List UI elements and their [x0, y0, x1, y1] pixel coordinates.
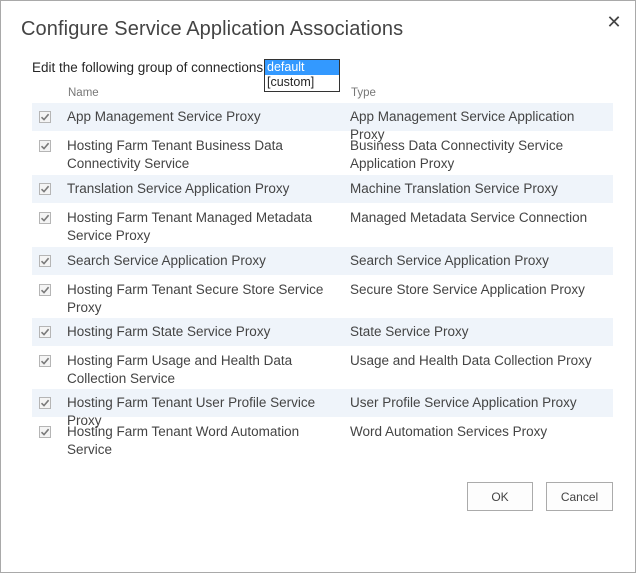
row-checkbox[interactable] — [39, 284, 51, 296]
row-name: Hosting Farm State Service Proxy — [67, 324, 271, 339]
table-row: Hosting Farm Usage and Health Data Colle… — [32, 346, 613, 389]
row-checkbox[interactable] — [39, 326, 51, 338]
row-name: App Management Service Proxy — [67, 109, 261, 124]
row-checkbox[interactable] — [39, 426, 51, 438]
row-name: Hosting Farm Usage and Health Data Colle… — [67, 353, 293, 386]
column-header-name: Name — [68, 87, 99, 99]
cancel-button[interactable]: Cancel — [546, 482, 613, 511]
close-icon[interactable]: ✕ — [605, 13, 623, 31]
row-checkbox[interactable] — [39, 111, 51, 123]
column-header-type: Type — [351, 87, 376, 99]
row-name: Hosting Farm Tenant Word Automation Serv… — [67, 424, 300, 457]
table-row: Hosting Farm Tenant Business Data Connec… — [32, 131, 613, 175]
row-checkbox[interactable] — [39, 355, 51, 367]
row-type: State Service Proxy — [350, 324, 469, 339]
row-name: Search Service Application Proxy — [67, 253, 266, 268]
table-row: Hosting Farm Tenant User Profile Service… — [32, 389, 613, 428]
row-name: Translation Service Application Proxy — [67, 181, 290, 196]
row-type: Business Data Connectivity Service Appli… — [350, 138, 564, 171]
table-row: Hosting Farm Tenant Word Automation Serv… — [32, 417, 613, 461]
table-row: Translation Service Application Proxy Mac… — [32, 175, 613, 203]
table-row: Search Service Application Proxy Search S… — [32, 247, 613, 275]
row-name: Hosting Farm Tenant Business Data Connec… — [67, 138, 283, 171]
table-row: Hosting Farm Tenant Secure Store Service… — [32, 275, 613, 318]
row-type: Word Automation Services Proxy — [350, 424, 548, 439]
dialog-title: Configure Service Application Associatio… — [21, 18, 404, 40]
row-checkbox[interactable] — [39, 183, 51, 195]
row-name: Hosting Farm Tenant Secure Store Service… — [67, 282, 324, 315]
row-type: Search Service Application Proxy — [350, 253, 549, 268]
configure-associations-dialog: Configure Service Application Associatio… — [0, 0, 636, 573]
ok-button[interactable]: OK — [467, 482, 533, 511]
connection-group-label: Edit the following group of connections: — [32, 60, 267, 75]
table-row: Hosting Farm State Service Proxy State Se… — [32, 318, 613, 346]
table-row: App Management Service Proxy App Manageme… — [32, 103, 613, 142]
row-name: Hosting Farm Tenant Managed Metadata Ser… — [67, 210, 313, 243]
table-row: Hosting Farm Tenant Managed Metadata Ser… — [32, 203, 613, 247]
row-checkbox[interactable] — [39, 255, 51, 267]
row-type: Usage and Health Data Collection Proxy — [350, 353, 592, 368]
connection-group-listbox[interactable]: default [custom] — [264, 59, 340, 92]
row-checkbox[interactable] — [39, 212, 51, 224]
row-checkbox[interactable] — [39, 397, 51, 409]
row-type: Managed Metadata Service Connection — [350, 210, 588, 225]
row-type: Secure Store Service Application Proxy — [350, 282, 585, 297]
option-custom[interactable]: [custom] — [265, 75, 339, 90]
row-type: User Profile Service Application Proxy — [350, 395, 577, 410]
row-checkbox[interactable] — [39, 140, 51, 152]
option-default[interactable]: default — [265, 60, 339, 75]
row-type: Machine Translation Service Proxy — [350, 181, 558, 196]
